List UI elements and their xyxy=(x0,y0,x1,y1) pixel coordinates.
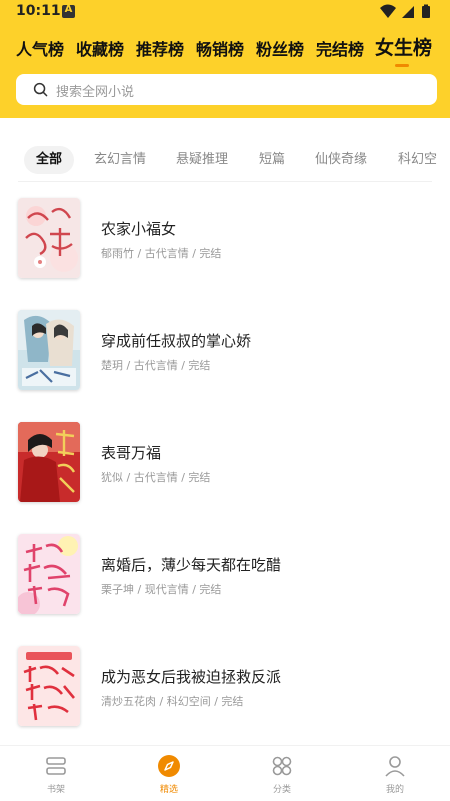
nav-featured[interactable]: 精选 xyxy=(113,746,225,801)
tab-recommended[interactable]: 推荐榜 xyxy=(136,36,184,60)
book-item[interactable]: 穿成前任叔叔的掌心娇 楚玥 / 古代言情 / 完结 xyxy=(0,310,450,410)
nav-label: 书架 xyxy=(46,785,65,795)
search-placeholder: 搜索全网小说 xyxy=(56,85,135,100)
book-cover[interactable] xyxy=(18,198,80,278)
status-time: 10:11 xyxy=(16,3,61,19)
wifi-icon xyxy=(380,4,396,18)
tab-bestselling[interactable]: 畅销榜 xyxy=(196,36,244,60)
book-cover[interactable] xyxy=(18,534,80,614)
search-icon xyxy=(33,82,48,97)
filter-short[interactable]: 短篇 xyxy=(259,146,285,174)
status-icons xyxy=(380,4,430,18)
category-icon xyxy=(272,756,292,776)
active-tab-indicator xyxy=(395,64,409,67)
book-title[interactable]: 离婚后，薄少每天都在吃醋 xyxy=(101,554,281,575)
tab-favorites[interactable]: 收藏榜 xyxy=(76,36,124,60)
top-header: 10:11 A 人气榜 收藏榜 推荐榜 畅销榜 粉丝榜 完结榜 女生榜 搜索全网… xyxy=(0,0,450,118)
book-title[interactable]: 穿成前任叔叔的掌心娇 xyxy=(101,330,251,351)
category-filters: 全部 玄幻言情 悬疑推理 短篇 仙侠奇缘 科幻空 xyxy=(0,146,450,174)
book-cover[interactable] xyxy=(18,310,80,390)
tab-completed[interactable]: 完结榜 xyxy=(316,36,364,60)
filter-scifi[interactable]: 科幻空 xyxy=(398,146,437,174)
book-cover[interactable] xyxy=(18,422,80,502)
bookshelf-icon xyxy=(46,757,66,775)
book-item[interactable]: 离婚后，薄少每天都在吃醋 栗子坤 / 现代言情 / 完结 xyxy=(0,534,450,634)
book-meta: 郁雨竹 / 古代言情 / 完结 xyxy=(101,247,222,260)
profile-icon xyxy=(385,756,405,777)
bottom-nav: 书架 精选 分类 我的 xyxy=(0,745,450,800)
filter-mystery[interactable]: 悬疑推理 xyxy=(176,146,228,174)
search-bar[interactable]: 搜索全网小说 xyxy=(16,74,437,105)
book-cover[interactable] xyxy=(18,646,80,726)
book-item[interactable]: 成为恶女后我被迫拯救反派 清炒五花肉 / 科幻空间 / 完结 xyxy=(0,646,450,746)
tab-fans[interactable]: 粉丝榜 xyxy=(256,36,304,60)
nav-label: 分类 xyxy=(272,785,291,795)
tab-female[interactable]: 女生榜 xyxy=(375,33,432,60)
tab-popular[interactable]: 人气榜 xyxy=(16,36,64,60)
book-meta: 清炒五花肉 / 科幻空间 / 完结 xyxy=(101,695,244,708)
battery-icon xyxy=(422,6,430,18)
book-item[interactable]: 表哥万福 犹似 / 古代言情 / 完结 xyxy=(0,422,450,522)
book-title[interactable]: 表哥万福 xyxy=(101,442,161,463)
nav-bookshelf[interactable]: 书架 xyxy=(0,746,112,801)
signal-icon xyxy=(402,6,414,18)
filter-all[interactable]: 全部 xyxy=(24,146,75,174)
ranking-tabs: 人气榜 收藏榜 推荐榜 畅销榜 粉丝榜 完结榜 女生榜 xyxy=(0,30,450,67)
filter-divider xyxy=(18,181,432,182)
book-meta: 犹似 / 古代言情 / 完结 xyxy=(101,471,211,484)
book-item[interactable]: 农家小福女 郁雨竹 / 古代言情 / 完结 xyxy=(0,198,450,298)
notification-icon: A xyxy=(62,4,75,18)
status-bar: 10:11 A xyxy=(0,0,450,24)
book-title[interactable]: 农家小福女 xyxy=(101,218,176,239)
nav-profile[interactable]: 我的 xyxy=(339,746,450,801)
nav-label: 我的 xyxy=(385,785,404,795)
book-title[interactable]: 成为恶女后我被迫拯救反派 xyxy=(101,666,281,687)
nav-label: 精选 xyxy=(159,785,178,795)
filter-fantasy-romance[interactable]: 玄幻言情 xyxy=(94,146,146,174)
book-meta: 楚玥 / 古代言情 / 完结 xyxy=(101,359,211,372)
filter-xianxia[interactable]: 仙侠奇缘 xyxy=(315,146,367,174)
nav-category[interactable]: 分类 xyxy=(226,746,338,801)
book-meta: 栗子坤 / 现代言情 / 完结 xyxy=(101,583,222,596)
compass-icon xyxy=(158,755,180,777)
